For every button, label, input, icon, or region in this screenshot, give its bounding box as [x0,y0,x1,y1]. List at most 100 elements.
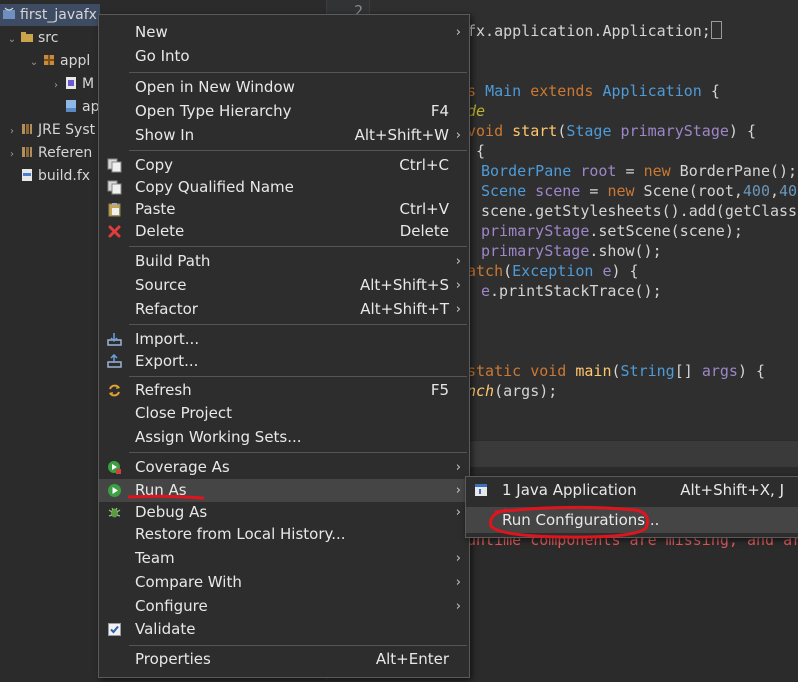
export-icon [107,354,122,368]
menu-item-build-path[interactable]: Build Path › [99,250,469,273]
code-line: primaryStage.setScene(scene); [481,222,743,240]
menu-item-go-into[interactable]: Go Into [99,45,469,68]
context-menu: New › Go Into Open in New Window Open Typ… [98,14,470,678]
menu-item-copy-qualified-name[interactable]: Copy Qualified Name [99,176,469,199]
menu-separator [129,150,467,151]
menu-item-assign-working-sets[interactable]: Assign Working Sets... [99,426,469,449]
menu-item-close-project[interactable]: Close Project [99,402,469,425]
java-project-icon [3,7,15,19]
java-application-icon [475,484,487,496]
package-icon [44,55,54,65]
code-line: fx.application.Application; [467,21,722,41]
menu-item-source[interactable]: Source Alt+Shift+S › [99,274,469,297]
expand-twisty-icon[interactable]: › [6,121,18,143]
tree-item-label: src [38,30,59,46]
expand-twisty-icon[interactable]: › [6,144,18,166]
menu-separator [129,452,467,453]
menu-item-validate[interactable]: Validate [99,618,469,641]
run-icon [108,484,121,497]
refresh-icon [109,384,120,397]
menu-item-restore-from-local-history[interactable]: Restore from Local History... [99,523,469,546]
tree-item-references[interactable]: › Referen [6,142,92,164]
code-line: atch(Exception e) { [467,262,639,280]
tree-item-label: ap [82,99,100,115]
tree-item-label: first_javafx [20,7,97,23]
menu-item-refresh[interactable]: Refresh F5 [99,379,469,402]
tree-item-build-fxbuild[interactable]: build.fx [18,165,90,187]
expand-twisty-icon[interactable]: › [50,75,62,97]
tree-item-project[interactable]: first_javafx [0,4,100,26]
menu-separator [129,324,467,325]
source-folder-icon [21,32,33,42]
copy-icon [107,158,122,173]
copy-qualified-name-icon [107,180,122,195]
java-file-icon [66,77,76,89]
menu-item-properties[interactable]: Properties Alt+Enter [99,648,469,671]
library-icon [22,124,32,134]
code-line: Scene scene = new Scene(root,400,400 [481,182,798,200]
collapse-twisty-icon[interactable]: ⌄ [6,29,18,51]
submenu-arrow-icon: › [455,460,461,475]
code-line: nch(args); [467,382,558,400]
checkbox-checked-icon [108,623,121,636]
tree-item-main-java[interactable]: › M [50,73,94,95]
code-line: primaryStage.show(); [481,242,662,260]
submenu-arrow-icon: › [455,599,461,614]
tree-item-src[interactable]: ⌄ src [6,27,59,51]
tree-item-label: JRE Syst [38,122,96,138]
code-line: e.printStackTrace(); [481,282,662,300]
tree-item-css[interactable]: ap [62,96,99,118]
submenu-arrow-icon: › [455,483,461,498]
menu-item-configure[interactable]: Configure › [99,595,469,618]
submenu-item-java-application[interactable]: 1 Java Application Alt+Shift+X, J [466,477,798,503]
css-file-icon [66,100,76,112]
tree-item-label: M [82,76,95,92]
submenu-arrow-icon: › [455,278,461,293]
menu-item-coverage-as[interactable]: Coverage As › [99,456,469,479]
menu-separator [129,72,467,73]
menu-separator [129,376,467,377]
menu-item-refactor[interactable]: Refactor Alt+Shift+T › [99,298,469,321]
menu-item-new[interactable]: New › [99,21,469,44]
menu-item-delete[interactable]: Delete Delete [99,220,469,243]
library-icon [22,147,32,157]
text-cursor [710,21,722,39]
menu-item-show-in[interactable]: Show In Alt+Shift+W › [99,124,469,147]
menu-item-compare-with[interactable]: Compare With › [99,571,469,594]
tree-item-label: build.fx [38,168,91,184]
code-line: static void main(String[] args) { [467,362,766,380]
menu-item-import[interactable]: Import... [99,328,469,351]
submenu-arrow-icon: › [455,575,461,590]
submenu-arrow-icon: › [455,551,461,566]
menu-item-paste[interactable]: Paste Ctrl+V [99,198,469,221]
paste-icon [108,203,121,217]
tree-item-jre[interactable]: › JRE Syst [6,119,95,141]
code-area[interactable]: fx.application.Application; s Main exten… [467,0,798,440]
debug-icon [108,507,121,518]
menu-item-open-in-new-window[interactable]: Open in New Window [99,76,469,99]
red-underline-annotation [128,494,204,500]
coverage-icon [108,461,121,474]
menu-item-team[interactable]: Team › [99,547,469,570]
fx-build-file-icon [22,169,32,181]
menu-item-debug-as[interactable]: Debug As › [99,501,469,524]
red-circle-annotation [489,505,650,539]
menu-separator [129,246,467,247]
submenu-arrow-icon: › [455,254,461,269]
submenu-arrow-icon: › [455,25,461,40]
code-line: void start(Stage primaryStage) { [467,122,756,140]
import-icon [107,333,122,346]
collapse-twisty-icon[interactable]: ⌄ [28,52,40,74]
menu-item-copy[interactable]: Copy Ctrl+C [99,154,469,177]
menu-item-export[interactable]: Export... [99,350,469,373]
code-line: scene.getStylesheets().add(getClass [481,202,798,220]
submenu-arrow-icon: › [455,128,461,143]
menu-item-open-type-hierarchy[interactable]: Open Type Hierarchy F4 [99,100,469,123]
menu-separator [129,645,467,646]
delete-icon [108,225,121,238]
code-line: s Main extends Application { [467,82,720,100]
tree-item-package[interactable]: ⌄ appl [28,50,90,72]
submenu-arrow-icon: › [455,505,461,520]
tree-item-label: Referen [38,145,93,161]
submenu-arrow-icon: › [455,302,461,317]
